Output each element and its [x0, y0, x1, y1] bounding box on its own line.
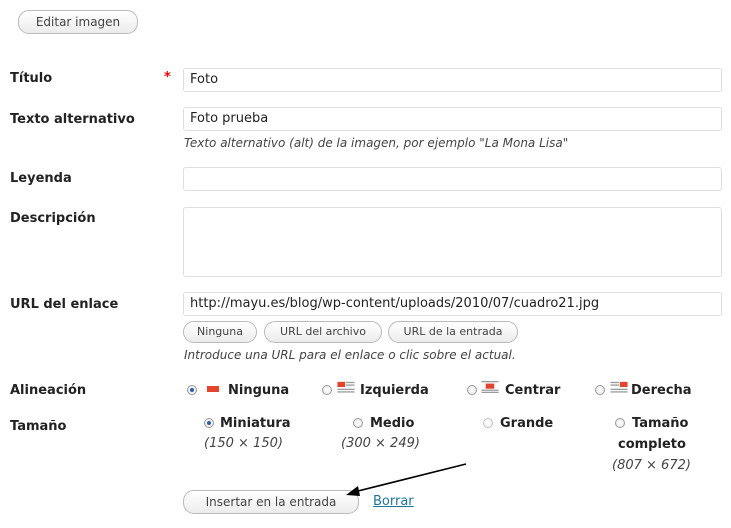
align-left-icon: [337, 381, 355, 393]
insert-into-post-button[interactable]: Insertar en la entrada: [183, 490, 359, 514]
arrow-annotation: [346, 463, 467, 496]
title-label: Título: [10, 71, 53, 86]
align-right-radio[interactable]: [595, 385, 605, 395]
link-url-label: URL del enlace: [10, 297, 119, 312]
alt-text-input[interactable]: Foto prueba: [183, 107, 722, 131]
size-medium-radio[interactable]: [353, 418, 363, 428]
description-label: Descripción: [10, 211, 96, 226]
link-none-button[interactable]: Ninguna: [183, 321, 257, 343]
alt-text-label: Texto alternativo: [10, 112, 135, 127]
align-none-icon: [207, 386, 219, 392]
title-input[interactable]: Foto: [183, 68, 722, 92]
size-label: Tamaño: [10, 419, 67, 434]
align-center-icon: [481, 381, 499, 393]
required-mark: *: [164, 70, 171, 85]
align-left-label[interactable]: Izquierda: [360, 383, 429, 398]
alignment-label: Alineación: [10, 383, 87, 398]
size-full-label-line1[interactable]: Tamaño: [632, 416, 688, 431]
alt-text-help: Texto alternativo (alt) de la imagen, po…: [184, 136, 569, 150]
align-none-label[interactable]: Ninguna: [228, 383, 289, 398]
size-thumbnail-dims: (150 × 150): [204, 436, 283, 451]
description-textarea[interactable]: [183, 207, 722, 277]
size-large-radio[interactable]: [483, 418, 493, 428]
link-url-help: Introduce una URL para el enlace o clic …: [184, 348, 516, 362]
size-thumbnail-label[interactable]: Miniatura: [220, 416, 291, 431]
align-center-label[interactable]: Centrar: [505, 383, 560, 398]
size-full-radio[interactable]: [615, 418, 625, 428]
align-right-icon: [610, 381, 628, 393]
size-full-dims: (807 × 672): [612, 458, 691, 473]
align-right-label[interactable]: Derecha: [631, 383, 692, 398]
caption-label: Leyenda: [10, 171, 72, 186]
size-medium-dims: (300 × 249): [341, 436, 420, 451]
caption-input[interactable]: [183, 167, 722, 191]
link-file-url-button[interactable]: URL del archivo: [264, 321, 382, 343]
align-left-radio[interactable]: [322, 385, 332, 395]
size-large-label[interactable]: Grande: [500, 416, 553, 431]
link-url-input[interactable]: http://mayu.es/blog/wp-content/uploads/2…: [183, 292, 722, 316]
link-post-url-button[interactable]: URL de la entrada: [388, 321, 518, 343]
align-center-radio[interactable]: [467, 385, 477, 395]
size-full-label-line2[interactable]: completo: [618, 437, 686, 452]
align-none-radio[interactable]: [187, 385, 197, 395]
size-thumbnail-radio[interactable]: [204, 418, 214, 428]
edit-image-button[interactable]: Editar imagen: [18, 10, 138, 34]
size-medium-label[interactable]: Medio: [370, 416, 414, 431]
